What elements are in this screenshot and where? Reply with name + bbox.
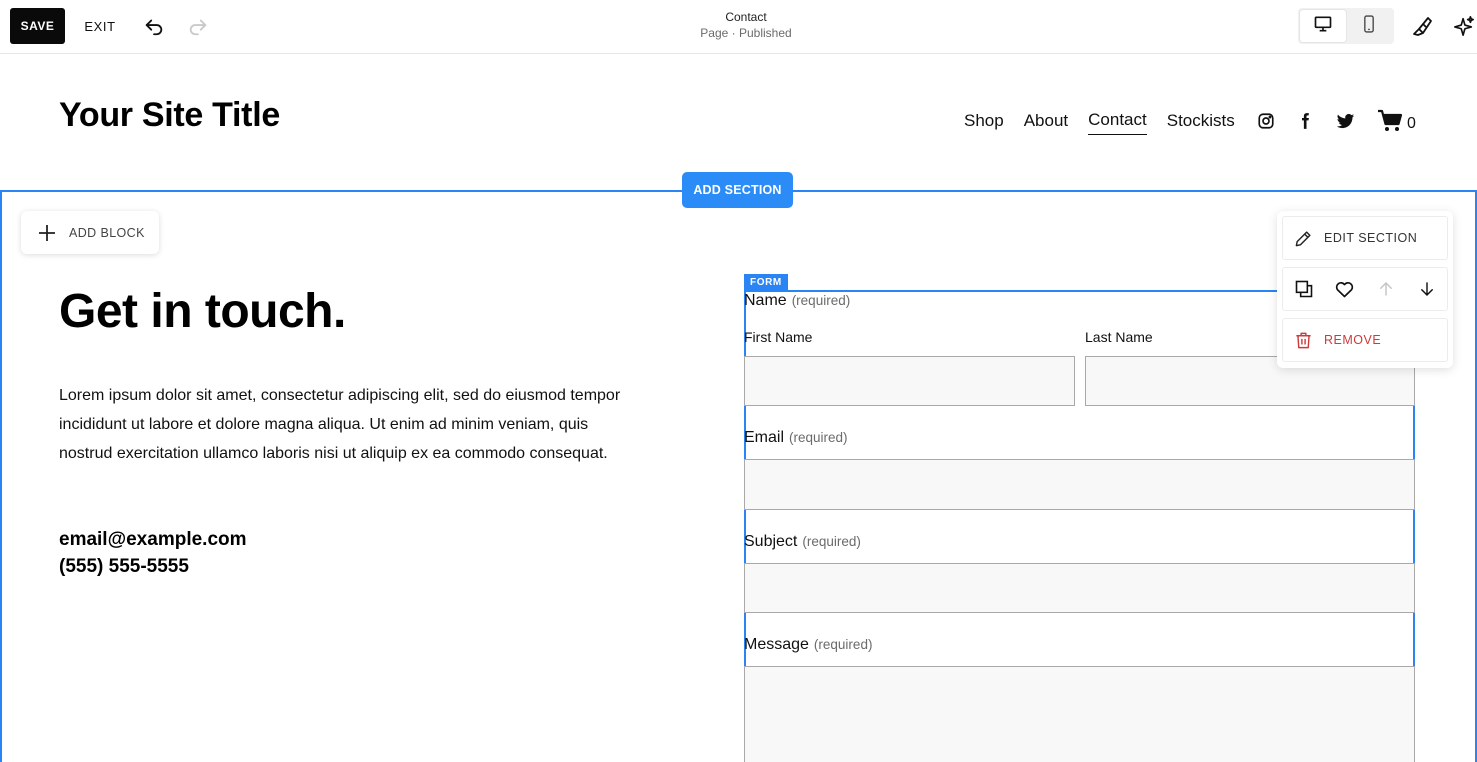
mobile-view-button[interactable] bbox=[1346, 10, 1392, 42]
desktop-icon bbox=[1313, 14, 1333, 39]
first-name-label: First Name bbox=[744, 329, 813, 345]
section-context-menu: EDIT SECTION REMOVE bbox=[1277, 211, 1453, 368]
remove-label: REMOVE bbox=[1324, 333, 1382, 347]
instagram-icon[interactable] bbox=[1255, 110, 1277, 132]
nav-item-shop[interactable]: Shop bbox=[964, 111, 1004, 135]
form-block-tag: FORM bbox=[744, 274, 788, 290]
desktop-view-button[interactable] bbox=[1300, 10, 1346, 42]
plus-icon bbox=[38, 224, 56, 242]
exit-button[interactable]: EXIT bbox=[80, 8, 120, 44]
redo-icon[interactable] bbox=[184, 12, 212, 40]
trash-icon bbox=[1293, 330, 1313, 350]
favorite-icon[interactable] bbox=[1333, 277, 1357, 301]
first-name-input[interactable] bbox=[744, 356, 1075, 406]
add-block-button[interactable]: ADD BLOCK bbox=[21, 211, 159, 254]
add-section-button[interactable]: ADD SECTION bbox=[682, 172, 793, 208]
remove-section-button[interactable]: REMOVE bbox=[1282, 318, 1448, 362]
ai-sparkle-icon[interactable] bbox=[1450, 12, 1477, 40]
save-button[interactable]: SAVE bbox=[10, 8, 65, 44]
message-textarea[interactable] bbox=[744, 666, 1415, 762]
name-label: Name (required) bbox=[744, 292, 851, 309]
edit-section-label: EDIT SECTION bbox=[1324, 231, 1418, 245]
cart-count: 0 bbox=[1407, 114, 1416, 132]
cart-icon bbox=[1377, 109, 1403, 138]
undo-icon[interactable] bbox=[140, 12, 168, 40]
add-block-label: ADD BLOCK bbox=[69, 225, 145, 240]
section-actions-row bbox=[1282, 267, 1448, 311]
facebook-icon[interactable] bbox=[1294, 110, 1316, 132]
page-status: Page · Published bbox=[700, 26, 792, 40]
message-label: Message (required) bbox=[744, 636, 873, 653]
site-styles-icon[interactable] bbox=[1408, 12, 1436, 40]
nav-item-stockists[interactable]: Stockists bbox=[1167, 111, 1235, 135]
contact-email[interactable]: email@example.com bbox=[59, 529, 247, 551]
site-title[interactable]: Your Site Title bbox=[59, 96, 280, 135]
move-down-icon[interactable] bbox=[1415, 277, 1439, 301]
move-up-icon[interactable] bbox=[1374, 277, 1398, 301]
page-info[interactable]: Contact Page · Published bbox=[646, 9, 846, 41]
email-input[interactable] bbox=[744, 459, 1415, 510]
contact-heading[interactable]: Get in touch. bbox=[59, 284, 346, 339]
edit-section-button[interactable]: EDIT SECTION bbox=[1282, 216, 1448, 260]
page-title: Contact bbox=[725, 10, 767, 24]
duplicate-icon[interactable] bbox=[1292, 277, 1316, 301]
view-toggle bbox=[1298, 8, 1394, 44]
editor-toolbar: SAVE EXIT Contact Page · Published bbox=[0, 0, 1477, 54]
email-label: Email (required) bbox=[744, 429, 848, 446]
contact-phone[interactable]: (555) 555-5555 bbox=[59, 556, 189, 578]
nav-item-about[interactable]: About bbox=[1024, 111, 1068, 135]
pencil-icon bbox=[1293, 228, 1313, 248]
nav-item-contact[interactable]: Contact bbox=[1088, 110, 1147, 135]
twitter-icon[interactable] bbox=[1334, 110, 1356, 132]
subject-label: Subject (required) bbox=[744, 533, 861, 550]
subject-input[interactable] bbox=[744, 563, 1415, 613]
site-nav: Shop About Contact Stockists bbox=[964, 110, 1255, 135]
last-name-label: Last Name bbox=[1085, 329, 1153, 345]
contact-body-text[interactable]: Lorem ipsum dolor sit amet, consectetur … bbox=[59, 381, 639, 468]
cart-button[interactable]: 0 bbox=[1377, 109, 1416, 138]
mobile-icon bbox=[1359, 14, 1379, 39]
